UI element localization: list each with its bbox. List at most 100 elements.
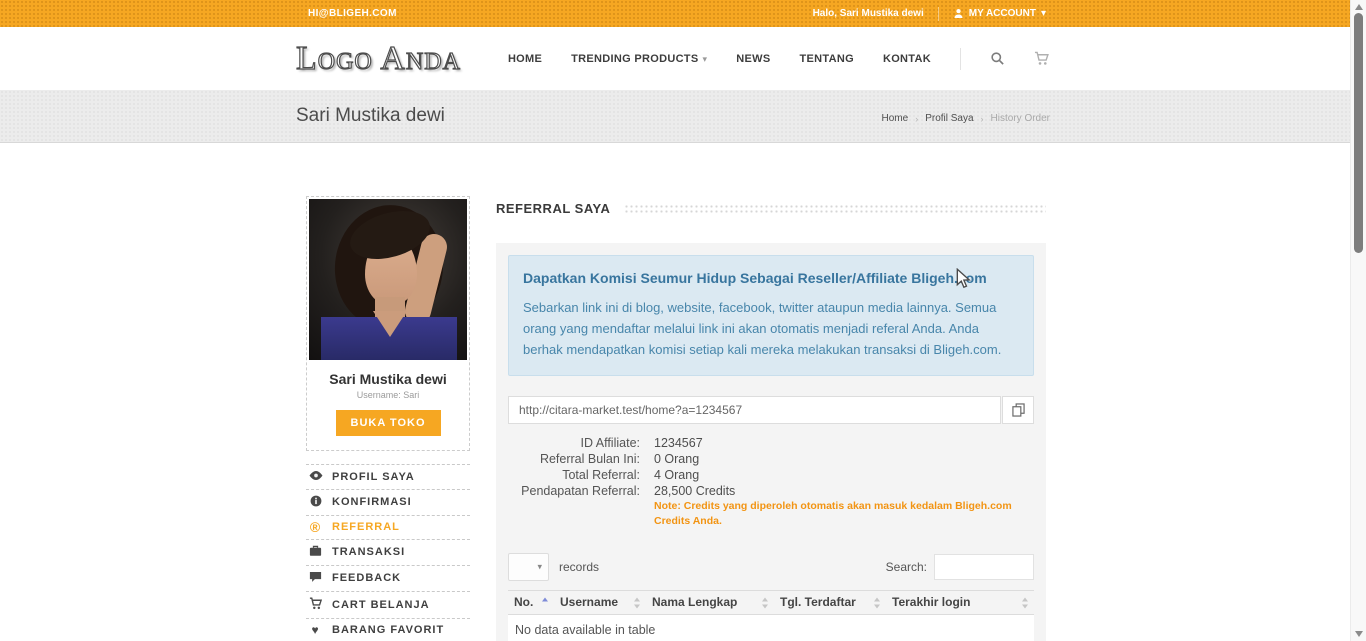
table-header-row: No. Username Nama Lengkap Tgl. Terdaftar… [508,590,1034,615]
sidebar-item-label: BARANG FAVORIT [332,624,445,636]
profile-card: Sari Mustika dewi Username: Sari BUKA TO… [306,196,470,451]
profile-sidebar: Sari Mustika dewi Username: Sari BUKA TO… [306,196,470,641]
my-account-label: MY ACCOUNT [968,8,1036,19]
column-label: Tgl. Terdaftar [780,595,856,609]
vertical-scroll-thumb[interactable] [1354,13,1363,253]
info-icon [308,495,323,509]
sidebar-item-referral[interactable]: ® REFERRAL [306,516,470,540]
main-nav: HOME TRENDING PRODUCTS ▾ NEWS TENTANG KON… [508,47,1050,70]
affiliate-info-box: Dapatkan Komisi Seumur Hidup Sebagai Res… [508,255,1034,376]
contact-email-link[interactable]: HI@BLIGEH.COM [308,8,397,19]
user-icon [954,9,963,18]
chevron-down-icon: ▾ [1040,7,1046,19]
briefcase-icon [308,545,323,559]
nav-home[interactable]: HOME [508,53,542,65]
stat-label: Referral Bulan Ini: [539,452,640,466]
sidebar-item-konfirmasi[interactable]: KONFIRMASI [306,490,470,516]
sidebar-item-label: REFERRAL [332,521,400,533]
sidebar-item-transaksi[interactable]: TRANSAKSI [306,540,470,566]
section-title: REFERRAL SAYA [496,201,611,216]
account-area: Halo, Sari Mustika dewi MY ACCOUNT ▾ [812,6,1046,21]
table-empty-row: No data available in table [508,614,1034,641]
breadcrumb-current: History Order [990,113,1050,124]
cart-icon[interactable] [1034,51,1050,66]
sidebar-item-label: FEEDBACK [332,572,402,584]
copy-link-button[interactable] [1002,396,1034,424]
scroll-down-arrow-icon[interactable] [1355,631,1363,637]
sort-both-icon [762,597,769,608]
sidebar-item-barang-favorit[interactable]: ♥ BARANG FAVORIT [306,619,470,641]
dotted-divider [624,203,1046,214]
nav-kontak[interactable]: KONTAK [883,53,931,65]
sidebar-item-label: CART BELANJA [332,598,430,611]
page-title-bar-inner: Sari Mustika dewi Home › Profil Saya › H… [296,105,1050,127]
table-search-input[interactable] [934,554,1034,580]
breadcrumb-profil-saya[interactable]: Profil Saya [925,113,973,124]
sidebar-item-label: TRANSAKSI [332,546,406,558]
referral-panel: Dapatkan Komisi Seumur Hidup Sebagai Res… [496,243,1046,641]
heart-icon: ♥ [311,623,320,637]
column-tgl-terdaftar[interactable]: Tgl. Terdaftar [774,590,886,615]
sort-both-icon [634,597,641,608]
nav-trending-label: TRENDING PRODUCTS [571,52,699,65]
stat-label: Pendapatan Referral: [521,484,640,498]
records-per-page-select[interactable]: ▾ [508,553,549,581]
topbar-divider [937,6,939,21]
sidebar-item-cart-belanja[interactable]: CART BELANJA [306,592,470,619]
buka-toko-button[interactable]: BUKA TOKO [335,410,441,436]
column-nama-lengkap[interactable]: Nama Lengkap [646,590,774,615]
scroll-up-arrow-icon[interactable] [1355,4,1363,10]
section-head: REFERRAL SAYA [496,201,1046,216]
top-utility-bar: HI@BLIGEH.COM Halo, Sari Mustika dewi MY… [0,0,1350,27]
column-label: Nama Lengkap [652,595,738,609]
site-logo[interactable]: Logo Anda [295,40,461,75]
eye-icon [308,470,323,483]
profile-username: Username: Sari [356,390,420,400]
referral-link-row [508,396,1034,424]
registered-icon: ® [309,519,322,535]
chevron-down-icon: ▾ [702,53,708,64]
column-label: Username [560,595,619,609]
sidebar-item-profil-saya[interactable]: PROFIL SAYA [306,465,470,490]
sidebar-item-label: PROFIL SAYA [332,470,415,483]
breadcrumb: Home › Profil Saya › History Order [882,113,1051,124]
table-controls: ▾ records Search: [508,553,1034,581]
breadcrumb-separator: › [980,113,984,124]
top-utility-bar-inner: HI@BLIGEH.COM Halo, Sari Mustika dewi MY… [308,6,1046,21]
sort-both-icon [1022,597,1029,608]
profile-name: Sari Mustika dewi [329,371,447,387]
info-box-body: Sebarkan link ini di blog, website, face… [523,300,1002,357]
breadcrumb-home[interactable]: Home [882,113,909,124]
records-label: records [559,560,600,574]
profile-photo [309,199,467,360]
column-username[interactable]: Username [554,590,646,615]
site-header: Logo Anda HOME TRENDING PRODUCTS ▾ NEWS T… [0,27,1350,90]
stat-value: 4 Orang [654,468,700,482]
nav-trending-products[interactable]: TRENDING PRODUCTS ▾ [571,53,707,65]
search-icon[interactable] [990,51,1005,66]
nav-news[interactable]: NEWS [736,53,770,65]
greeting-text: Halo, Sari Mustika dewi [812,8,924,19]
sidebar-item-label: KONFIRMASI [332,496,412,508]
column-no[interactable]: No. [508,590,554,615]
stat-label: Total Referral: [562,468,640,482]
comment-icon [308,571,323,585]
info-box-title: Dapatkan Komisi Seumur Hidup Sebagai Res… [523,270,987,286]
copy-icon [1011,403,1025,417]
vertical-scrollbar[interactable] [1350,0,1366,641]
page-title: Sari Mustika dewi [296,105,445,126]
column-label: Terakhir login [892,595,971,609]
nav-tentang[interactable]: TENTANG [800,53,854,65]
column-terakhir-login[interactable]: Terakhir login [886,590,1034,615]
referral-link-input[interactable] [508,396,1001,424]
stat-value: 0 Orang [654,452,700,466]
chevron-down-icon: ▾ [537,561,542,572]
records-control: ▾ records [508,553,599,581]
stat-label: ID Affiliate: [580,436,640,450]
stat-referral-bulan-ini: Referral Bulan Ini: 0 Orang [508,451,1034,467]
referral-section: REFERRAL SAYA Dapatkan Komisi Seumur Hid… [496,196,1046,641]
sort-asc-icon [542,597,549,608]
my-account-menu[interactable]: MY ACCOUNT ▾ [953,8,1046,19]
sidebar-item-feedback[interactable]: FEEDBACK [306,566,470,592]
column-label: No. [514,595,534,609]
